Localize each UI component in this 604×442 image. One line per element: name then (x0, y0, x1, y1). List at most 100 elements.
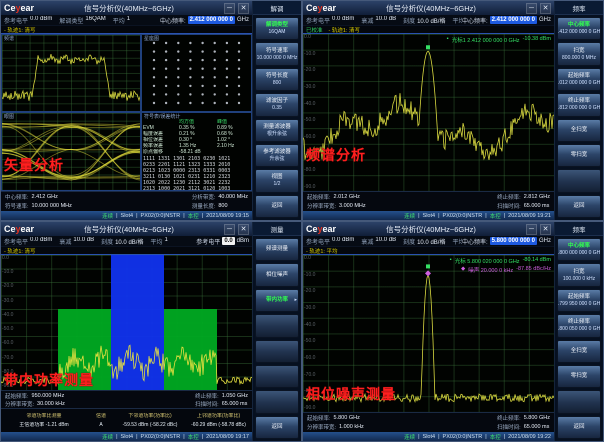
field-value: 0.0 dBm (30, 237, 52, 246)
sidebar-button-全扫宽[interactable]: 全扫宽 (557, 119, 601, 142)
status-bar: 连续|Slot4|PX02(0:0)NSTR|本控|2021/08/09 19:… (303, 211, 554, 220)
sidebar-button-label: 起始频率 (568, 294, 590, 301)
separator: | (485, 213, 486, 219)
minimize-icon[interactable]: ─ (526, 224, 537, 235)
sidebar-button-频谱测量[interactable]: 频谱测量 (255, 238, 299, 261)
sidebar-button-起始频率[interactable]: 起始频率5.799 950 000 0 GHz (557, 289, 601, 312)
sidebar-button-带内功率[interactable]: 带内功率▸ (255, 289, 299, 312)
separator: | (202, 434, 203, 440)
control-mode: 本控 (188, 433, 199, 441)
slot-label: Slot4 (121, 213, 134, 219)
measurement-settings-row: 参考电平0.0 dBm衰减10.0 dB刻度10.0 dB/格平均1 参考电平0… (1, 236, 252, 247)
spectrum-analysis-window: Ceyear 信号分析仪(40MHz~6GHz) ─✕ 参考电平0.0 dBm衰… (302, 0, 604, 221)
field-label: 衰减 (361, 237, 373, 246)
marker-amplitude: -87.85 dBc/Hz (516, 266, 551, 274)
sidebar-button-终止频率[interactable]: 终止频率5.800 050 000 0 GHz (557, 314, 601, 337)
acpr-cell: 下邻道功率(功率比) (115, 413, 185, 419)
eye-diagram-trace (2, 113, 140, 190)
sidebar-button-label: 全扫宽 (571, 348, 588, 355)
center-frequency-readout[interactable]: 中心频率:2.412 000 000 0GHz (160, 16, 249, 25)
mode-overlay-label: 相位噪声测量 (306, 384, 396, 404)
field-label: 参考电平 (4, 16, 28, 25)
sidebar-button-中心频率[interactable]: 中心频率5.800 000 000 0 GHz (557, 238, 601, 261)
ref-level-value[interactable]: 0.0 (222, 237, 234, 245)
control-mode: 本控 (490, 212, 501, 220)
freq-unit: GHz (539, 17, 551, 23)
footer-label: 扫描时间: (497, 202, 521, 210)
symbol-hex-dump: 1111 1331 1301 2103 0230 10210233 2201 1… (142, 155, 251, 191)
acpr-cell: -60.29 dBm (-58.78 dBc) (185, 422, 252, 428)
slot-label: Slot4 (423, 213, 436, 219)
title-bar[interactable]: Ceyear 信号分析仪(40MHz~6GHz) ─✕ (303, 222, 554, 236)
sidebar-button-起始频率[interactable]: 起始频率2.012 000 000 0 GHz (557, 68, 601, 91)
sidebar-button-返回[interactable]: 返回 (255, 195, 299, 218)
footer-item: 起始频率:950.000 MHz (5, 392, 65, 400)
footer-label: 分辨率带宽: (307, 423, 336, 431)
sidebar-button-label: 符号长度 (266, 73, 288, 80)
sidebar-button-value: 0.35 (272, 105, 282, 111)
sidebar-button-视图[interactable]: 视图1/2 (255, 169, 299, 192)
sidebar-button-测量滤波器[interactable]: 测量滤波器根升余弦 (255, 119, 299, 142)
trace-label: - 轨迹1: 清写 (4, 247, 35, 255)
freq-value[interactable]: 2.412 000 000 0 (188, 16, 235, 24)
reference-level-readout[interactable]: 参考电平0.0dBm (196, 237, 249, 246)
status-bar: 连续|Slot4|PX02(0:0)NSTR|本控|2021/08/09 19:… (1, 432, 252, 441)
sidebar-button-终止频率[interactable]: 终止频率2.812 000 000 0 GHz (557, 93, 601, 116)
minimize-icon[interactable]: ─ (526, 3, 537, 14)
center-frequency-readout[interactable]: 中心频率:5.800 000 000 0GHz (462, 237, 551, 246)
sidebar-button-返回[interactable]: 返回 (557, 416, 601, 439)
logo-text: Ce (306, 3, 318, 13)
footer-item: 扫描时间:65.000 ms (195, 400, 248, 408)
freq-value[interactable]: 2.412 000 000 0 (490, 16, 537, 24)
header-field: 衰减10.0 dB (361, 237, 396, 246)
sidebar-button-label: 终止频率 (568, 98, 590, 105)
control-mode: 本控 (188, 212, 199, 220)
sidebar-button-零扫宽[interactable]: 零扫宽 (557, 144, 601, 167)
close-icon[interactable]: ✕ (238, 224, 249, 235)
acpr-result-table: 邻道功率比测量信道下邻道功率(功率比)上邻道功率(功率比) 主信道功率 -1.2… (1, 408, 252, 432)
sidebar-button-返回[interactable]: 返回 (557, 195, 601, 218)
ref-level-label: 参考电平 (196, 237, 220, 246)
status-bar: 连续|Slot4|PX02(0:0)NSTR|本控|2021/08/09 19:… (1, 211, 252, 220)
freq-value[interactable]: 5.800 000 000 0 (490, 237, 537, 245)
sidebar-button-全扫宽[interactable]: 全扫宽 (557, 340, 601, 363)
sidebar-button-label: 扫宽 (573, 48, 584, 55)
center-frequency-readout[interactable]: 中心频率:2.412 000 000 0GHz (462, 16, 551, 25)
window-title: 信号分析仪(40MHz~6GHz) (34, 224, 224, 235)
sidebar-button-label: 解调类型 (266, 22, 288, 29)
close-icon[interactable]: ✕ (540, 224, 551, 235)
sidebar-button-相位噪声[interactable]: 相位噪声 (255, 263, 299, 286)
footer-value: 2.812 GHz (524, 194, 550, 200)
footer-label: 终止频率: (195, 392, 219, 400)
sidebar-button-扫宽[interactable]: 扫宽100.000 0 kHz (557, 263, 601, 286)
title-bar[interactable]: Ceyear 信号分析仪(40MHz~6GHz) ─✕ (303, 1, 554, 15)
pane-title: 符号表/误差统计 (144, 113, 180, 120)
footer-label: 终止频率: (497, 193, 521, 201)
marker-icon: ▪ (450, 257, 452, 265)
sidebar-button-value: 1/2 (274, 181, 281, 187)
minimize-icon[interactable]: ─ (224, 224, 235, 235)
footer-item: 终止频率:1.050 GHz (195, 392, 248, 400)
separator: | (136, 434, 137, 440)
footer-readouts: 中心频率:2.412 GHz符号速率:10.000 000 MHz分析带宽:40… (1, 191, 252, 211)
title-bar[interactable]: Ceyear 信号分析仪(40MHz~6GHz) ─✕ (1, 222, 252, 236)
footer-label: 终止频率: (497, 414, 521, 422)
sidebar-button-滤波因子[interactable]: 滤波因子0.35 (255, 93, 299, 116)
close-icon[interactable]: ✕ (540, 3, 551, 14)
sidebar-button-blank-4 (255, 340, 299, 363)
separator: | (485, 434, 486, 440)
sidebar-button-零扫宽[interactable]: 零扫宽 (557, 365, 601, 388)
footer-value: 10.000 000 MHz (32, 203, 72, 209)
sidebar-button-中心频率[interactable]: 中心频率2.412 000 000 0 GHz (557, 17, 601, 40)
title-bar[interactable]: Ceyear 信号分析仪(40MHz~6GHz) ─✕ (1, 1, 252, 15)
sidebar-button-扫宽[interactable]: 扫宽800.000 0 MHz (557, 42, 601, 65)
sidebar-button-符号速率[interactable]: 符号速率10.000 000 0 MHz (255, 42, 299, 65)
sidebar-menu: 解调 解调类型16QAM符号速率10.000 000 0 MHz符号长度800滤… (252, 1, 301, 220)
sidebar-button-参考滤波器[interactable]: 参考滤波器升余弦 (255, 144, 299, 167)
sidebar-button-符号长度[interactable]: 符号长度800 (255, 68, 299, 91)
sidebar-button-解调类型[interactable]: 解调类型16QAM (255, 17, 299, 40)
close-icon[interactable]: ✕ (238, 3, 249, 14)
minimize-icon[interactable]: ─ (224, 3, 235, 14)
constellation-dots (142, 35, 251, 111)
sidebar-button-返回[interactable]: 返回 (255, 416, 299, 439)
